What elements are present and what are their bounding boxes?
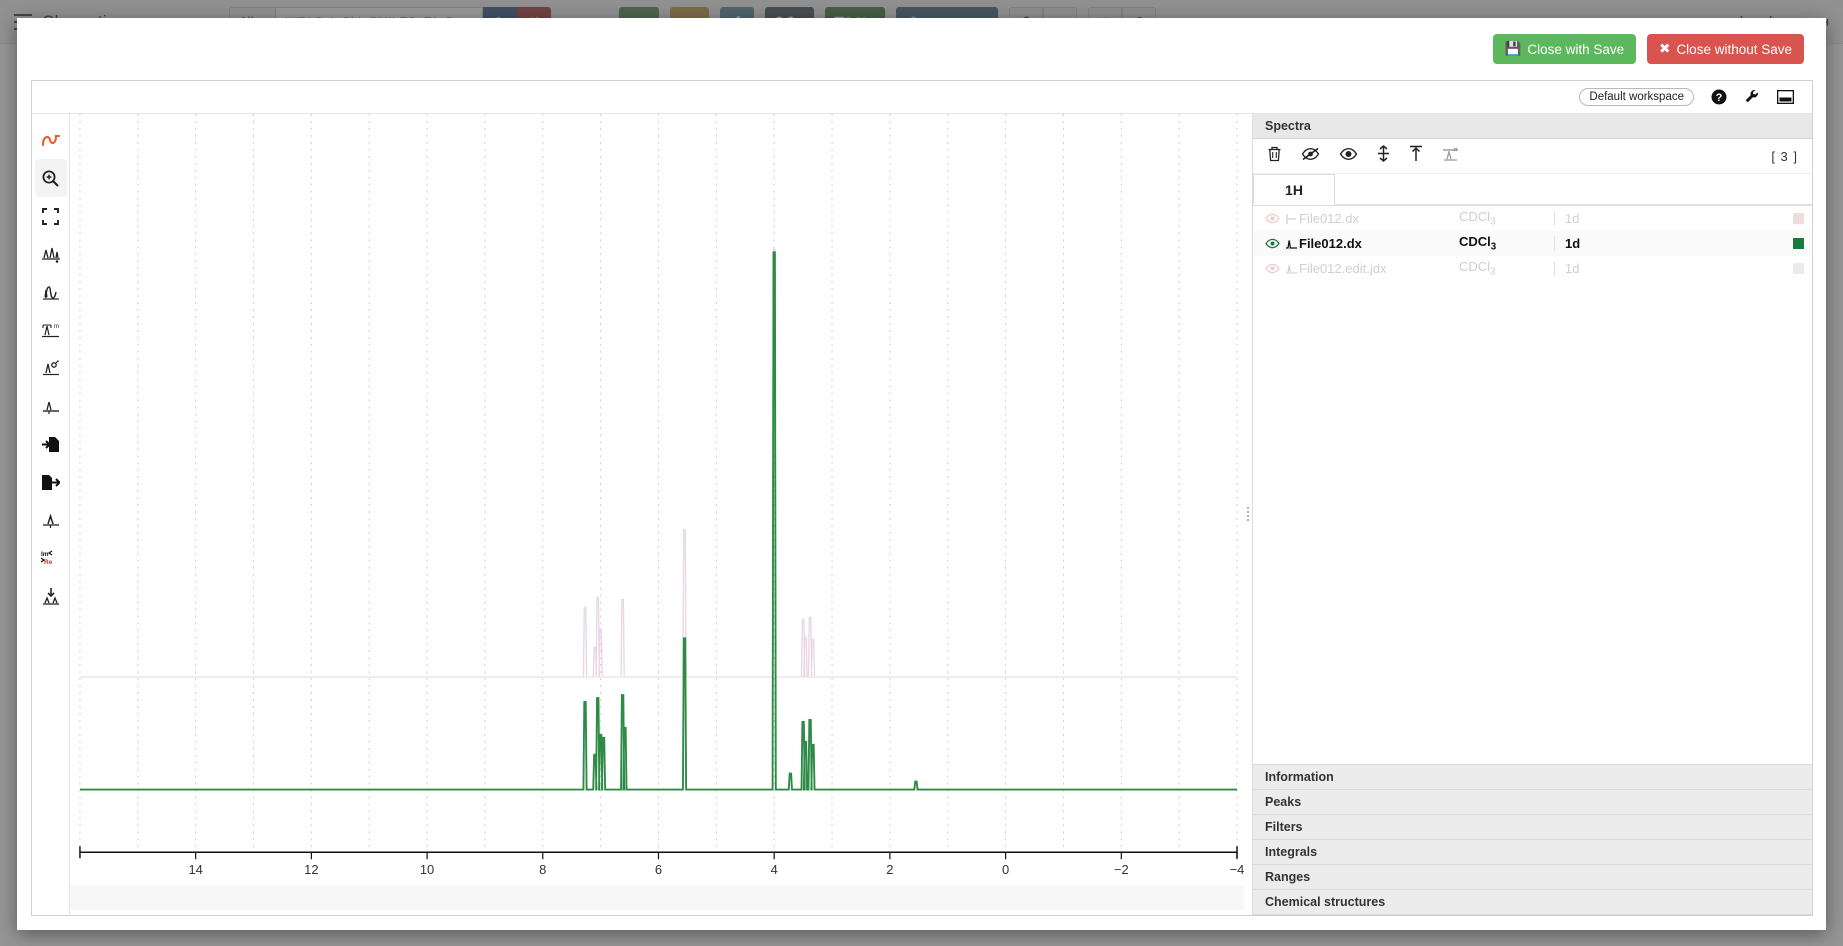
spectrum-solvent: CDCl3 bbox=[1459, 234, 1554, 253]
spectra-panel-title: Spectra bbox=[1253, 114, 1812, 139]
svg-text:−2: −2 bbox=[1114, 862, 1129, 877]
spectra-list-item[interactable]: File012.dxCDCl31d bbox=[1253, 231, 1812, 256]
nmrium-viewer: Default workspace ? bbox=[31, 80, 1813, 916]
zoom-tool-icon[interactable] bbox=[35, 159, 67, 197]
right-panel: Spectra bbox=[1252, 114, 1812, 915]
spectra-list-item[interactable]: File012.edit.jdxCDCl31d bbox=[1253, 256, 1812, 281]
delete-spectrum-icon[interactable] bbox=[1267, 146, 1282, 167]
close-without-save-label: Close without Save bbox=[1676, 42, 1792, 57]
svg-text:?: ? bbox=[1716, 92, 1723, 104]
align-top-icon[interactable] bbox=[1409, 145, 1423, 167]
center-alignment-icon[interactable] bbox=[1442, 146, 1459, 167]
spectrum-icon bbox=[1283, 238, 1299, 250]
nmrium-top-bar: Default workspace ? bbox=[32, 81, 1812, 114]
spectrum-dimension: 1d bbox=[1554, 261, 1744, 276]
accordion-filters[interactable]: Filters bbox=[1253, 815, 1812, 840]
import-icon[interactable] bbox=[35, 425, 67, 463]
floppy-disk-icon: 💾 bbox=[1505, 41, 1522, 57]
help-icon[interactable]: ? bbox=[1711, 89, 1727, 105]
close-with-save-label: Close with Save bbox=[1527, 42, 1624, 57]
spectrum-name: File012.edit.jdx bbox=[1299, 261, 1459, 276]
cross-icon: ✖ bbox=[1659, 41, 1670, 57]
spectrum-solvent: CDCl3 bbox=[1459, 209, 1554, 228]
svg-text:14: 14 bbox=[188, 862, 202, 877]
tab-1h[interactable]: 1H bbox=[1253, 174, 1335, 205]
multiplet-analysis-icon[interactable]: m bbox=[35, 311, 67, 349]
nmrium-body: m ImRe bbox=[32, 114, 1812, 915]
spectrum-icon bbox=[1283, 263, 1299, 275]
panel-layout-icon[interactable] bbox=[1777, 90, 1794, 104]
full-zoom-out-icon[interactable] bbox=[35, 197, 67, 235]
real-imaginary-icon[interactable]: ImRe bbox=[35, 539, 67, 577]
accordion-information[interactable]: Information bbox=[1253, 765, 1812, 790]
svg-text:8: 8 bbox=[539, 862, 546, 877]
panel-splitter[interactable] bbox=[1244, 114, 1252, 915]
spectrum-color-swatch[interactable] bbox=[1793, 213, 1804, 224]
close-without-save-button[interactable]: ✖ Close without Save bbox=[1647, 34, 1804, 64]
auto-align-icon[interactable] bbox=[35, 577, 67, 615]
svg-text:Re: Re bbox=[44, 559, 53, 566]
logo-icon bbox=[35, 121, 67, 159]
nmr-spectrum-plot[interactable]: 14 12 10 8 6 4 2 0 −2 −4 bbox=[70, 114, 1244, 910]
svg-text:12: 12 bbox=[304, 862, 318, 877]
spectrum-name: File012.dx bbox=[1299, 236, 1459, 251]
spectra-list-item[interactable]: File012.dxCDCl31d bbox=[1253, 206, 1812, 231]
nmr-editor-modal: 💾 Close with Save ✖ Close without Save D… bbox=[17, 18, 1826, 930]
nmrium-left-toolbar: m ImRe bbox=[32, 114, 70, 915]
visibility-toggle-icon[interactable] bbox=[1261, 238, 1283, 249]
settings-wrench-icon[interactable] bbox=[1744, 89, 1760, 105]
svg-text:6: 6 bbox=[655, 862, 662, 877]
recalculate-vertical-icon[interactable] bbox=[1377, 145, 1390, 167]
spectrum-color-swatch[interactable] bbox=[1793, 238, 1804, 249]
modal-header: 💾 Close with Save ✖ Close without Save bbox=[17, 18, 1826, 80]
spectrum-dimension: 1d bbox=[1554, 236, 1744, 251]
accordion-integrals[interactable]: Integrals bbox=[1253, 840, 1812, 865]
peak-picking-icon[interactable] bbox=[35, 235, 67, 273]
svg-text:0: 0 bbox=[1002, 862, 1009, 877]
spectrum-chart-area[interactable]: 14 12 10 8 6 4 2 0 −2 −4 bbox=[70, 114, 1244, 915]
panel-accordion: InformationPeaksFiltersIntegralsRangesCh… bbox=[1253, 764, 1812, 915]
spectrum-dimension: 1d bbox=[1554, 211, 1744, 226]
fid-icon bbox=[1283, 213, 1299, 225]
baseline-correction-icon[interactable] bbox=[35, 387, 67, 425]
accordion-chemical-structures[interactable]: Chemical structures bbox=[1253, 890, 1812, 915]
spectrum-name: File012.dx bbox=[1299, 211, 1459, 226]
workspace-selector[interactable]: Default workspace bbox=[1579, 88, 1694, 106]
accordion-ranges[interactable]: Ranges bbox=[1253, 865, 1812, 890]
svg-text:−4: −4 bbox=[1230, 862, 1244, 877]
svg-text:m: m bbox=[54, 324, 59, 330]
spectra-list: File012.dxCDCl31dFile012.dxCDCl31dFile01… bbox=[1253, 206, 1812, 764]
spectra-panel-toolbar: [ 3 ] bbox=[1253, 139, 1812, 174]
svg-text:Im: Im bbox=[41, 551, 49, 558]
hide-all-spectra-icon[interactable] bbox=[1301, 147, 1320, 166]
visibility-toggle-icon[interactable] bbox=[1261, 263, 1283, 274]
svg-text:10: 10 bbox=[420, 862, 434, 877]
spectrum-color-swatch[interactable] bbox=[1793, 263, 1804, 274]
range-picking-icon[interactable] bbox=[35, 349, 67, 387]
show-all-spectra-icon[interactable] bbox=[1339, 147, 1358, 166]
spectra-count-badge: [ 3 ] bbox=[1771, 149, 1798, 164]
spectrum-solvent: CDCl3 bbox=[1459, 259, 1554, 278]
svg-text:4: 4 bbox=[771, 862, 778, 877]
accordion-peaks[interactable]: Peaks bbox=[1253, 790, 1812, 815]
visibility-toggle-icon[interactable] bbox=[1261, 213, 1283, 224]
nucleus-tabs: 1H bbox=[1253, 174, 1812, 206]
close-with-save-button[interactable]: 💾 Close with Save bbox=[1493, 34, 1637, 64]
svg-text:2: 2 bbox=[886, 862, 893, 877]
integral-tool-icon[interactable] bbox=[35, 273, 67, 311]
phase-correction-icon[interactable] bbox=[35, 501, 67, 539]
export-icon[interactable] bbox=[35, 463, 67, 501]
